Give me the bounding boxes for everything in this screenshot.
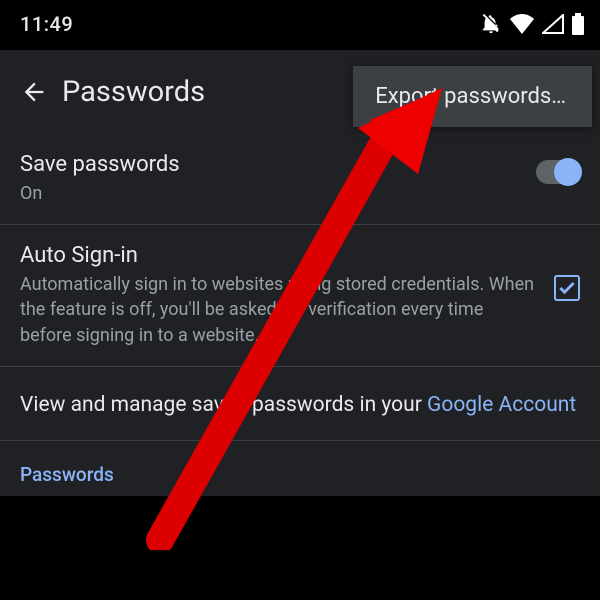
- save-passwords-row[interactable]: Save passwords On: [0, 134, 600, 225]
- export-passwords-menu-item[interactable]: Export passwords…: [353, 66, 592, 127]
- auto-signin-row[interactable]: Auto Sign-in Automatically sign in to we…: [0, 225, 600, 367]
- auto-signin-description: Automatically sign in to websites using …: [20, 272, 538, 348]
- save-passwords-status: On: [20, 181, 520, 206]
- signal-icon: [542, 14, 564, 34]
- save-passwords-toggle[interactable]: [536, 160, 580, 184]
- clock: 11:49: [20, 12, 73, 36]
- arrow-back-icon: [20, 78, 48, 106]
- passwords-section-header: Passwords: [0, 441, 600, 496]
- app-bar: Passwords Export passwords…: [0, 50, 600, 134]
- battery-icon: [572, 13, 584, 35]
- wifi-icon: [510, 14, 534, 34]
- back-button[interactable]: [10, 68, 58, 116]
- auto-signin-checkbox[interactable]: [554, 275, 580, 301]
- status-bar: 11:49: [0, 0, 600, 48]
- save-passwords-title: Save passwords: [20, 152, 520, 177]
- notifications-off-icon: [480, 13, 502, 35]
- manage-passwords-row[interactable]: View and manage saved passwords in your …: [0, 367, 600, 441]
- settings-content: Passwords Export passwords… Save passwor…: [0, 50, 600, 496]
- google-account-link[interactable]: Google Account: [427, 393, 576, 417]
- auto-signin-title: Auto Sign-in: [20, 243, 538, 268]
- check-icon: [557, 278, 577, 298]
- page-title: Passwords: [62, 75, 205, 109]
- manage-passwords-text: View and manage saved passwords in your …: [20, 391, 580, 420]
- status-icons: [480, 13, 584, 35]
